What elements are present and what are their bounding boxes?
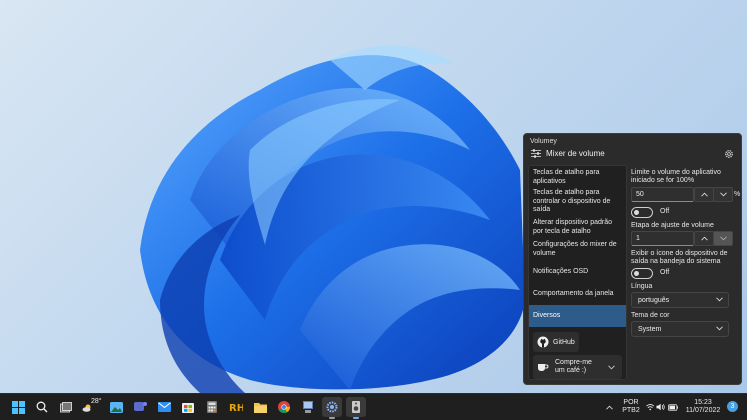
store-icon xyxy=(182,403,194,413)
chevron-up-icon xyxy=(700,192,708,197)
chevron-down-icon xyxy=(719,192,727,197)
settings-gear-button[interactable] xyxy=(724,149,734,161)
settings-app-button[interactable] xyxy=(322,397,342,419)
tray-icon-label: Exibir o ícone do dispositivo de saída n… xyxy=(631,250,728,265)
mail-icon xyxy=(157,402,171,412)
file-explorer-button[interactable] xyxy=(250,397,270,417)
task-view-icon xyxy=(60,401,72,412)
calculator-button[interactable] xyxy=(202,397,222,417)
widgets-button[interactable]: 28° xyxy=(80,397,102,417)
volumey-app-icon xyxy=(352,401,360,413)
device-manager-icon xyxy=(303,401,313,413)
github-icon xyxy=(537,336,549,348)
taskbar: 28° RH POR PTB2 15:23 11/07/2022 xyxy=(0,393,747,420)
step-label: Etapa de ajuste de volume xyxy=(631,222,714,229)
windows-logo-icon xyxy=(11,400,25,414)
limit-volume-input[interactable]: 50 xyxy=(631,187,694,202)
rh-app-icon: RH xyxy=(229,403,243,412)
running-indicator xyxy=(353,417,359,419)
volumey-taskbar-button[interactable] xyxy=(346,397,366,419)
limit-toggle-state: Off xyxy=(660,208,670,215)
nav-item-misc[interactable]: Diversos xyxy=(529,305,626,327)
step-decrease-button[interactable] xyxy=(713,231,733,246)
wifi-icon xyxy=(646,404,655,411)
limit-unit: % xyxy=(734,191,741,198)
coffee-cup-icon xyxy=(538,364,549,371)
mixer-header-label: Mixer de volume xyxy=(546,149,605,158)
limit-increase-button[interactable] xyxy=(694,187,714,202)
input-language-indicator[interactable]: POR PTB2 xyxy=(620,399,642,415)
theme-select[interactable]: System xyxy=(631,321,729,337)
clock[interactable]: 15:23 11/07/2022 xyxy=(684,399,722,415)
gear-icon xyxy=(326,401,338,413)
chevron-up-icon xyxy=(605,405,613,410)
svg-text:RH: RH xyxy=(229,403,243,412)
nav-item-mixer-settings[interactable]: Configurações do mixer de volume xyxy=(533,241,624,258)
language-value: português xyxy=(638,296,670,304)
weather-temp: 28° xyxy=(91,398,102,405)
search-button[interactable] xyxy=(32,397,52,417)
nav-item-app-hotkeys[interactable]: Teclas de atalho para aplicativos xyxy=(533,169,624,186)
chrome-button[interactable] xyxy=(274,397,294,417)
nav-item-osd[interactable]: Notificações OSD xyxy=(533,268,624,277)
limit-decrease-button[interactable] xyxy=(713,187,733,202)
quick-settings-button[interactable] xyxy=(646,397,678,417)
language-label: Língua xyxy=(631,283,653,290)
tray-icon-toggle[interactable] xyxy=(631,268,653,279)
show-hidden-icons-button[interactable] xyxy=(604,397,614,417)
theme-value: System xyxy=(638,325,662,333)
photos-icon xyxy=(109,401,123,413)
gear-icon xyxy=(725,150,733,158)
limit-volume-toggle[interactable] xyxy=(631,207,653,218)
mixer-header[interactable]: Mixer de volume xyxy=(531,149,605,158)
calculator-icon xyxy=(207,401,217,413)
clock-date: 11/07/2022 xyxy=(685,407,721,414)
device-manager-button[interactable] xyxy=(298,397,318,417)
step-increase-button[interactable] xyxy=(694,231,714,246)
running-indicator xyxy=(329,417,335,419)
chrome-icon xyxy=(278,401,290,413)
task-view-button[interactable] xyxy=(56,397,76,417)
github-button[interactable]: GitHub xyxy=(533,332,579,352)
sliders-icon xyxy=(531,149,541,158)
chat-icon xyxy=(133,402,147,411)
step-input[interactable]: 1 xyxy=(631,231,694,246)
volume-icon xyxy=(656,403,666,411)
teams-button[interactable] xyxy=(130,397,150,417)
store-button[interactable] xyxy=(178,397,198,417)
chevron-down-icon xyxy=(716,297,723,302)
clock-time: 15:23 xyxy=(694,399,712,406)
chevron-down-icon xyxy=(716,326,723,331)
coffee-label: Compre-me um café :) xyxy=(555,359,592,374)
nav-item-window-behavior[interactable]: Comportamento da janela xyxy=(533,290,624,299)
nav-item-default-device[interactable]: Alterar dispositivo padrão por tecla de … xyxy=(533,219,624,236)
language-select[interactable]: português xyxy=(631,292,729,308)
start-button[interactable] xyxy=(8,397,28,417)
theme-label: Tema de cor xyxy=(631,312,670,319)
mail-button[interactable] xyxy=(154,397,174,417)
volumey-window: Volumey Mixer de volume Teclas de atalho… xyxy=(523,133,742,385)
photos-button[interactable] xyxy=(106,397,126,417)
nav-item-device-hotkeys[interactable]: Teclas de atalho para controlar o dispos… xyxy=(533,189,624,215)
chevron-down-icon xyxy=(719,236,727,241)
search-icon xyxy=(36,401,48,413)
language-code: POR xyxy=(623,399,639,406)
settings-nav: Teclas de atalho para aplicativos Teclas… xyxy=(528,165,627,380)
rh-app-button[interactable]: RH xyxy=(226,397,246,417)
tray-toggle-state: Off xyxy=(660,269,670,276)
keyboard-layout: PTB2 xyxy=(622,407,640,414)
chevron-down-icon xyxy=(608,364,615,369)
folder-icon xyxy=(253,402,267,413)
battery-icon xyxy=(667,403,678,411)
nav-item-misc-label: Diversos xyxy=(533,311,561,319)
limit-volume-label: Limite o volume do aplicativo iniciado s… xyxy=(631,169,721,184)
github-label: GitHub xyxy=(553,338,575,346)
notification-badge[interactable]: 3 xyxy=(727,401,738,412)
buy-coffee-button[interactable]: Compre-me um café :) xyxy=(533,355,622,379)
chevron-up-icon xyxy=(700,236,708,241)
window-title: Volumey xyxy=(530,138,557,145)
